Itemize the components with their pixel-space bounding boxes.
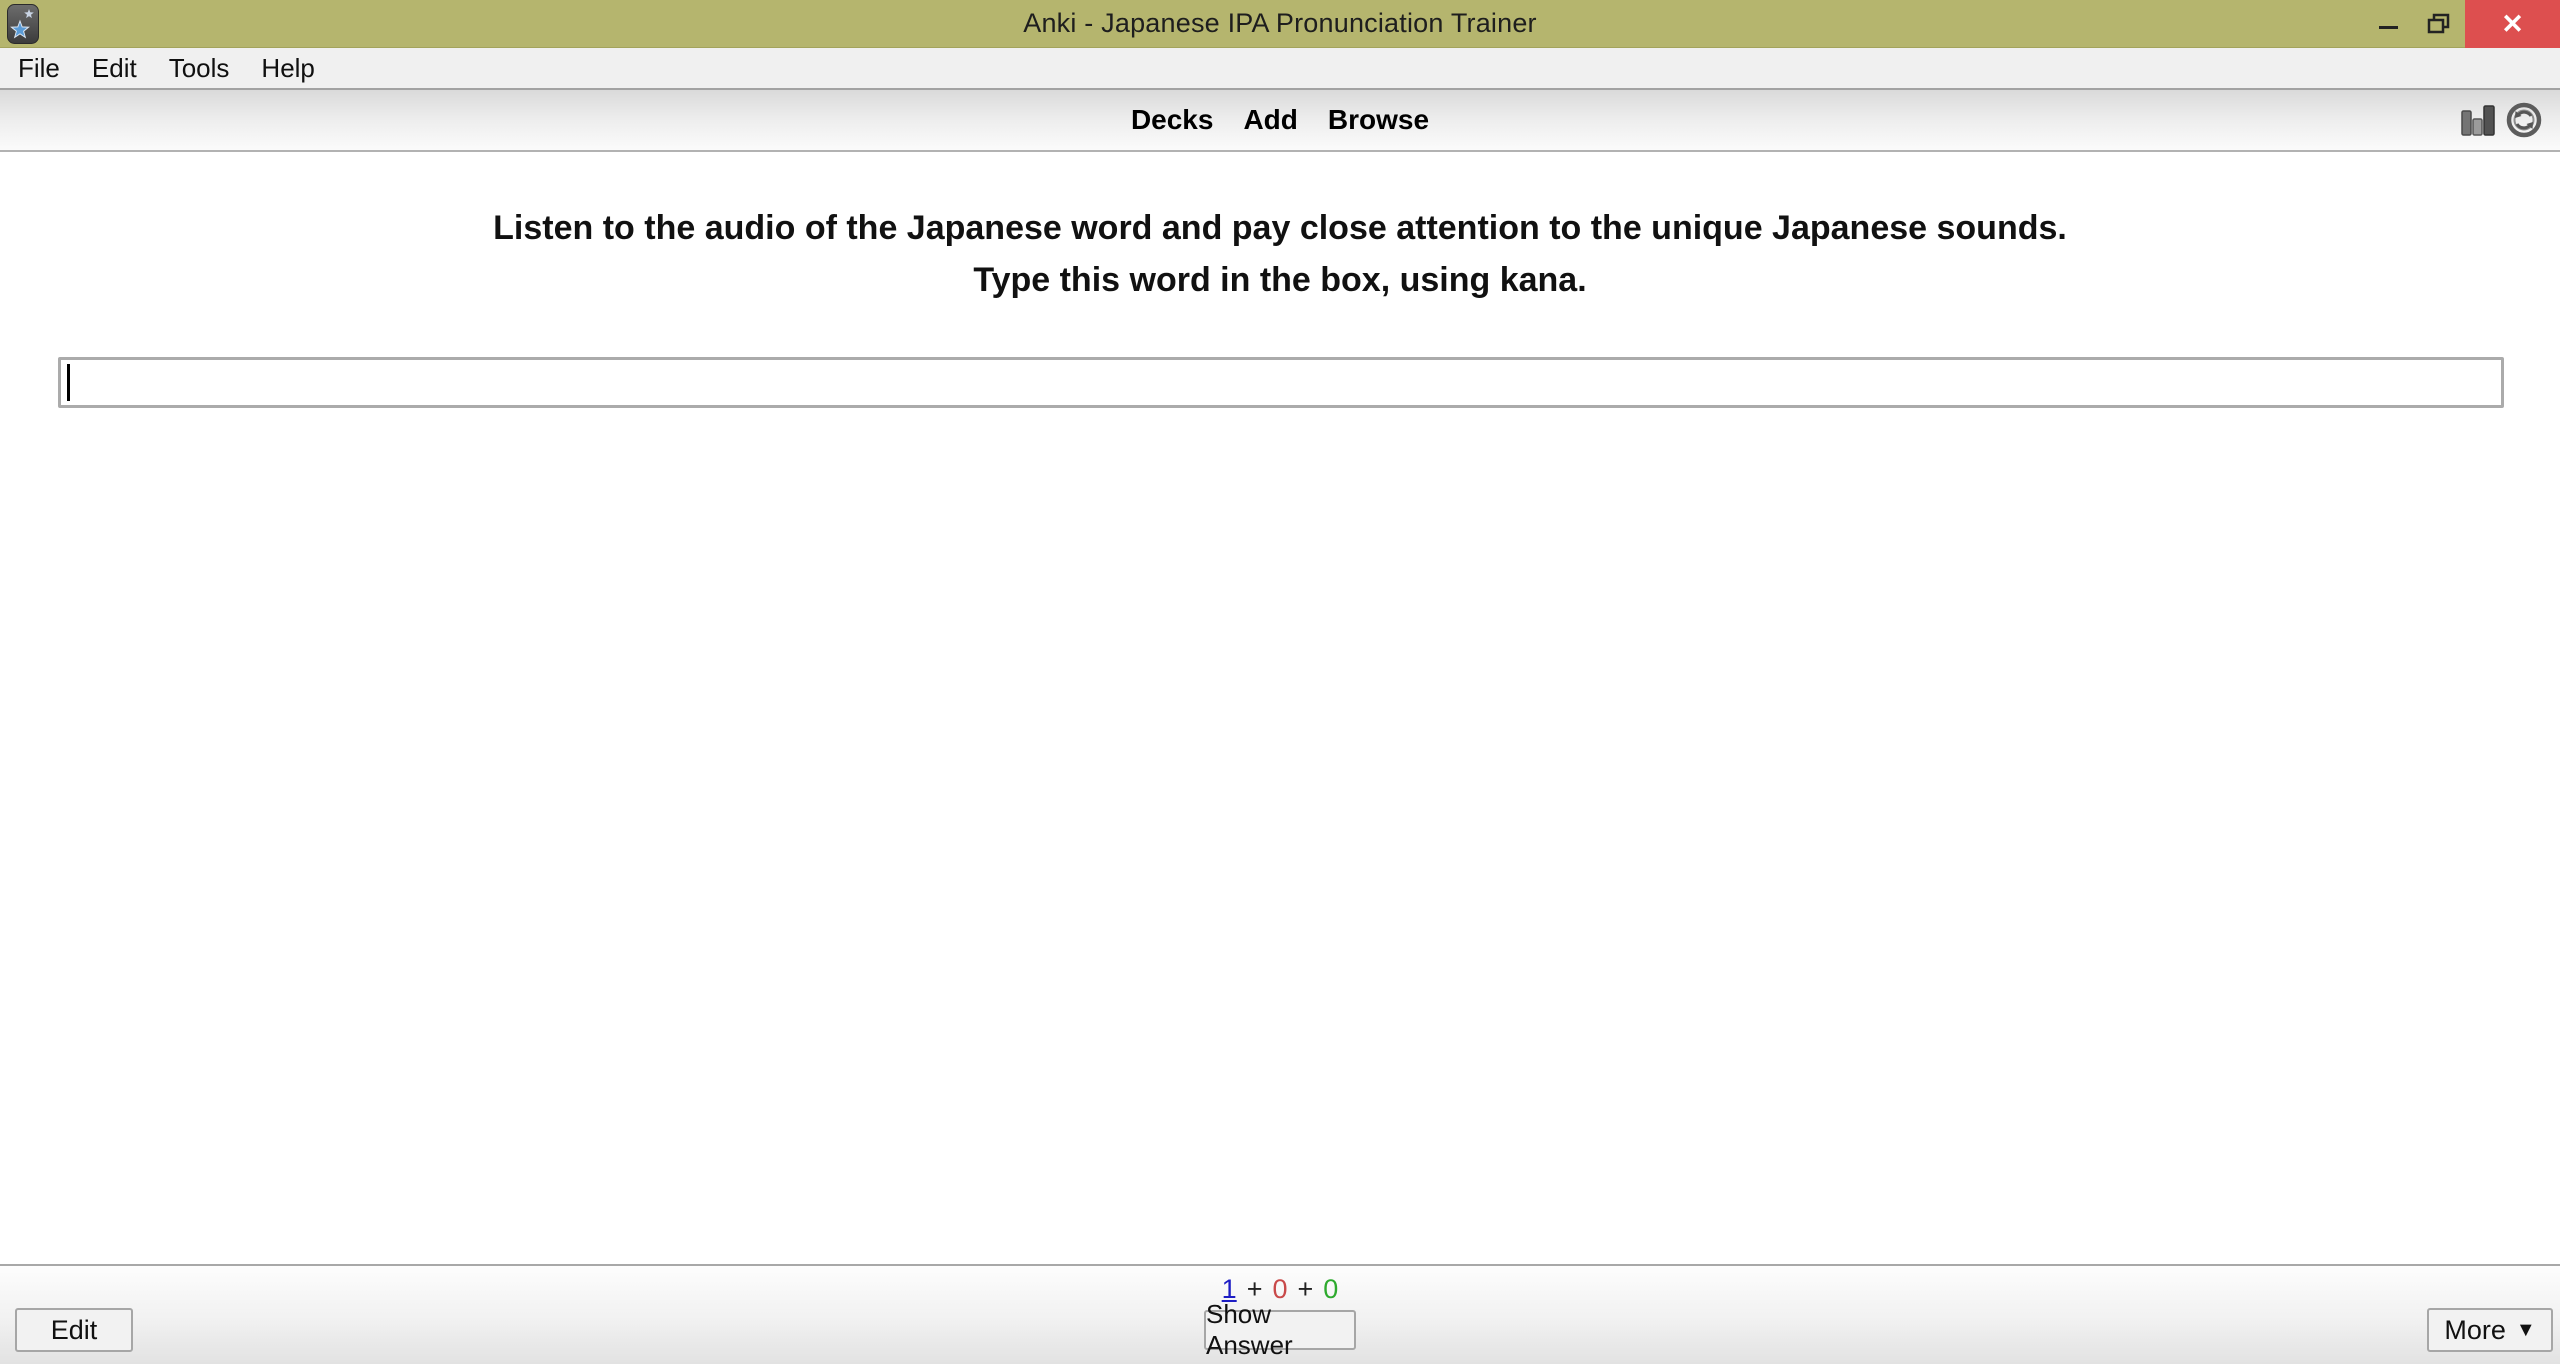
instruction-line-2: Type this word in the box, using kana. [0, 254, 2560, 306]
menu-item-edit[interactable]: Edit [76, 49, 153, 88]
close-icon: ✕ [2501, 9, 2524, 40]
minimize-button[interactable] [2363, 0, 2413, 48]
sync-icon[interactable] [2506, 102, 2542, 138]
toolbar-icon-group [2459, 90, 2542, 150]
edit-button-label: Edit [51, 1315, 98, 1346]
window-controls: ✕ [2363, 0, 2560, 48]
toolbar-link-add[interactable]: Add [1243, 104, 1297, 136]
show-answer-label: Show Answer [1206, 1299, 1354, 1361]
restore-icon [2427, 13, 2451, 35]
close-button[interactable]: ✕ [2465, 0, 2560, 48]
edit-button[interactable]: Edit [15, 1308, 133, 1352]
card-area: Listen to the audio of the Japanese word… [0, 152, 2560, 1264]
menu-item-help[interactable]: Help [245, 49, 330, 88]
window-title: Anki - Japanese IPA Pronunciation Traine… [1023, 8, 1537, 39]
menu-bar: File Edit Tools Help [0, 48, 2560, 88]
menu-item-file[interactable]: File [2, 49, 76, 88]
bottom-bar: 1+0+0 Edit Show Answer More ▼ [0, 1264, 2560, 1364]
restore-button[interactable] [2413, 0, 2465, 48]
card-question: Listen to the audio of the Japanese word… [0, 152, 2560, 306]
anki-app-icon [7, 4, 39, 44]
menu-item-tools[interactable]: Tools [153, 49, 246, 88]
toolbar-link-decks[interactable]: Decks [1131, 104, 1214, 136]
instruction-line-1: Listen to the audio of the Japanese word… [0, 202, 2560, 254]
anki-window: Anki - Japanese IPA Pronunciation Traine… [0, 0, 2560, 1364]
titlebar[interactable]: Anki - Japanese IPA Pronunciation Traine… [0, 0, 2560, 48]
minimize-icon [2379, 26, 2398, 29]
main-toolbar: Decks Add Browse [0, 88, 2560, 152]
toolbar-link-browse[interactable]: Browse [1328, 104, 1429, 136]
chevron-down-icon: ▼ [2516, 1319, 2536, 1342]
stats-icon[interactable] [2459, 102, 2497, 138]
text-caret [67, 364, 70, 401]
show-answer-button[interactable]: Show Answer [1204, 1310, 1356, 1350]
answer-input-wrap [58, 357, 2504, 408]
type-answer-input[interactable] [58, 357, 2504, 408]
more-button-label: More [2444, 1315, 2506, 1346]
more-button[interactable]: More ▼ [2427, 1308, 2553, 1352]
